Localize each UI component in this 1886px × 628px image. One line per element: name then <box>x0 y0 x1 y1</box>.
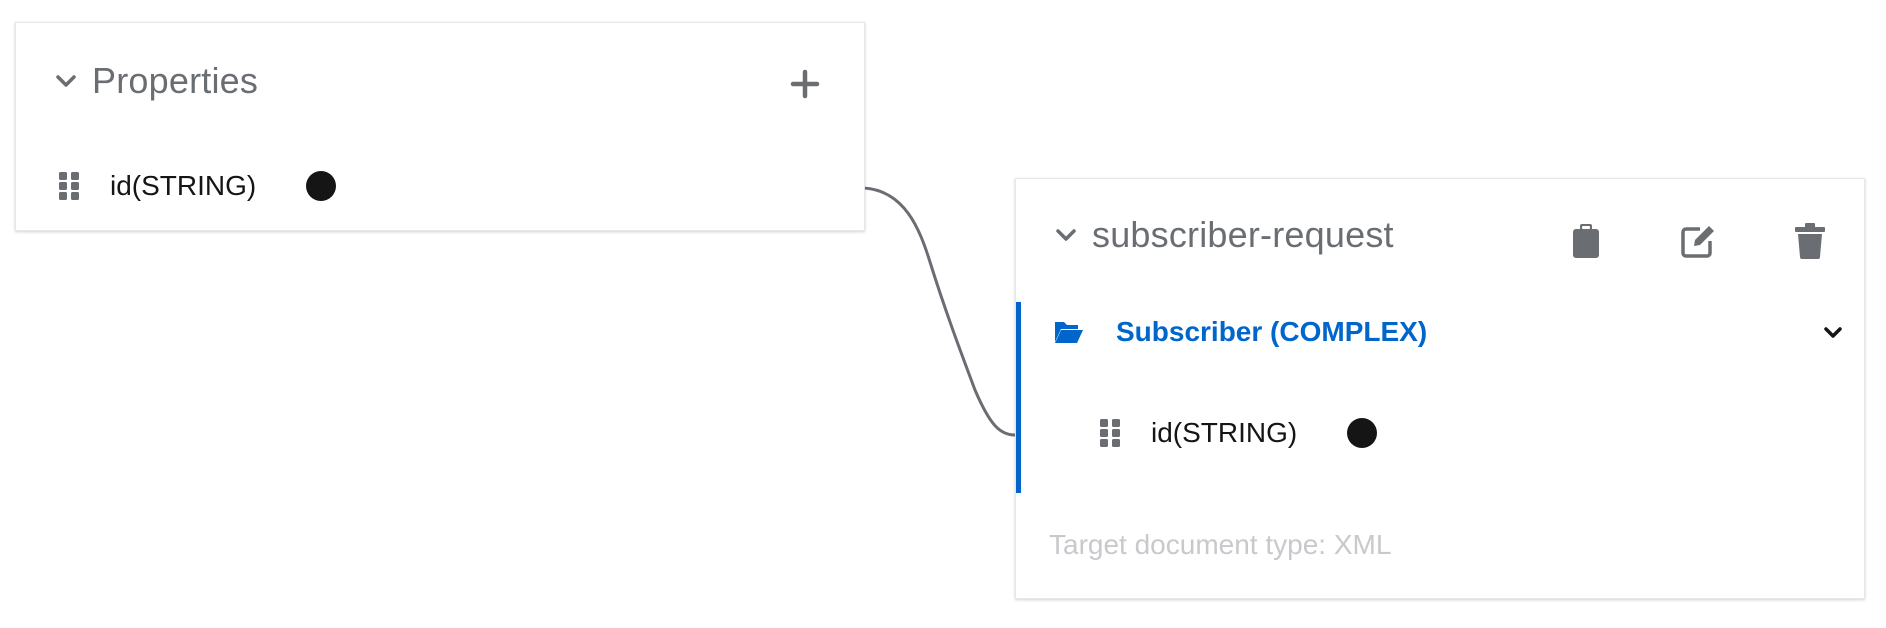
target-header: subscriber-request <box>1054 214 1394 256</box>
trash-icon[interactable] <box>1790 221 1830 261</box>
chevron-down-icon[interactable] <box>1054 223 1078 247</box>
clipboard-icon[interactable] <box>1566 221 1606 261</box>
source-properties-panel: Properties id(STRING) <box>15 22 865 231</box>
mapped-indicator-dot <box>1347 418 1378 448</box>
chevron-down-icon[interactable] <box>1822 321 1844 343</box>
complex-field-row[interactable]: Subscriber (COMPLEX) <box>1054 316 1844 348</box>
properties-header: Properties <box>54 60 258 102</box>
plus-icon[interactable] <box>785 64 825 104</box>
chevron-down-icon[interactable] <box>54 69 78 93</box>
target-title: subscriber-request <box>1092 214 1394 255</box>
field-label: id(STRING) <box>1151 417 1298 448</box>
source-field-row[interactable]: id(STRING) <box>58 170 337 202</box>
properties-title: Properties <box>92 60 259 101</box>
complex-field-accent-bar <box>1016 302 1021 493</box>
field-label: id(STRING) <box>110 170 257 201</box>
grip-icon[interactable] <box>1099 418 1121 448</box>
target-field-row[interactable]: id(STRING) <box>1099 417 1378 449</box>
complex-field-label: Subscriber (COMPLEX) <box>1116 316 1428 347</box>
mapping-canvas: Properties id(STRING) subscriber-request… <box>0 0 1886 628</box>
folder-open-icon <box>1054 320 1084 344</box>
mapped-indicator-dot <box>306 171 337 201</box>
edit-icon[interactable] <box>1678 221 1718 261</box>
grip-icon[interactable] <box>58 171 80 201</box>
target-document-type: Target document type: XML <box>1049 529 1392 560</box>
target-document-panel: subscriber-request Subscriber (COMPLEX) … <box>1015 178 1865 599</box>
